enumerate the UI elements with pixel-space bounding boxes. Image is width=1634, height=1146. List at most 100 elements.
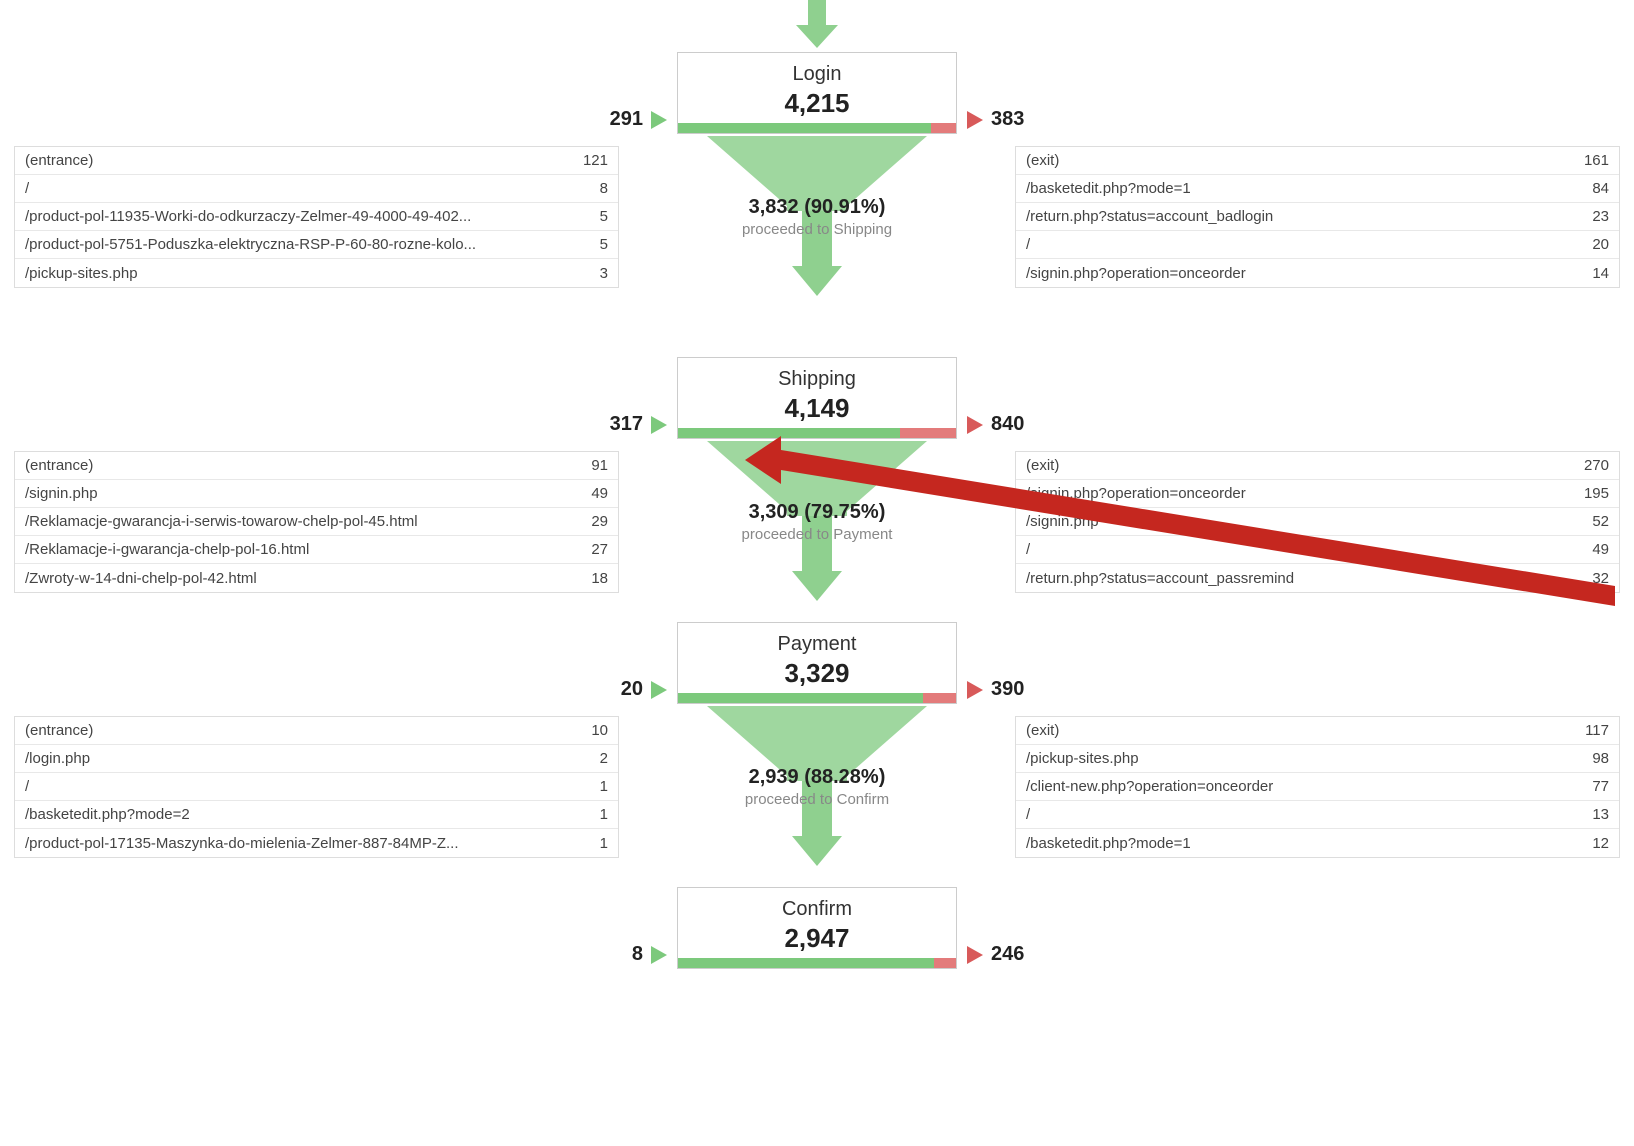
table-row[interactable]: /signin.php 49 <box>15 480 618 508</box>
outflow-value: 840 <box>991 413 1024 436</box>
table-row[interactable]: /product-pol-17135-Maszynka-do-mielenia-… <box>15 829 618 857</box>
table-row[interactable]: (exit) 117 <box>1016 717 1619 745</box>
row-value: 52 <box>1582 513 1609 530</box>
outflow-table: (exit)161/basketedit.php?mode=1 84/return… <box>1015 146 1620 288</box>
table-row[interactable]: /product-pol-11935-Worki-do-odkurzaczy-Z… <box>15 203 618 231</box>
outflow-value: 390 <box>991 678 1024 701</box>
table-row[interactable]: /signin.php?operation=onceorder 14 <box>1016 259 1619 287</box>
row-path: /signin.php <box>25 485 98 502</box>
row-value: 1 <box>590 835 608 852</box>
row-value: 18 <box>581 570 608 587</box>
proceed-count: 3,832 (90.91%) <box>687 196 947 219</box>
row-value: 117 <box>1575 722 1609 739</box>
inflow-count: 317 <box>610 413 667 436</box>
table-row[interactable]: (entrance)10 <box>15 717 618 745</box>
row-path: /pickup-sites.php <box>1026 750 1139 767</box>
row-path: (exit) <box>1026 457 1059 474</box>
table-row[interactable]: /Reklamacje-gwarancja-i-serwis-towarow-c… <box>15 508 618 536</box>
outflow-value: 383 <box>991 108 1024 131</box>
outflow-count: 390 <box>967 678 1024 701</box>
table-row[interactable]: /product-pol-5751-Poduszka-elektryczna-R… <box>15 231 618 259</box>
table-row[interactable]: /login.php2 <box>15 745 618 773</box>
table-row[interactable]: /Reklamacje-i-gwarancja-chelp-pol-16.htm… <box>15 536 618 564</box>
row-path: /Reklamacje-gwarancja-i-serwis-towarow-c… <box>25 513 418 530</box>
row-path: /signin.php <box>1026 513 1099 530</box>
arrow-right-green-icon <box>651 111 667 129</box>
inflow-count: 20 <box>621 678 667 701</box>
table-row[interactable]: /8 <box>15 175 618 203</box>
row-path: (exit) <box>1026 722 1059 739</box>
row-path: / <box>1026 806 1030 823</box>
row-path: /product-pol-11935-Worki-do-odkurzaczy-Z… <box>25 208 471 225</box>
table-row[interactable]: (entrance)121 <box>15 147 618 175</box>
row-value: 2 <box>590 750 608 767</box>
table-row[interactable]: /signin.php 52 <box>1016 508 1619 536</box>
row-value: 20 <box>1582 236 1609 253</box>
table-row[interactable]: (exit)161 <box>1016 147 1619 175</box>
table-row[interactable]: /Zwroty-w-14-dni-chelp-pol-42.html 18 <box>15 564 618 592</box>
arrow-right-green-icon <box>651 416 667 434</box>
proportion-bar <box>678 958 956 968</box>
inflow-table: (entrance)10/login.php2/1/basketedit.php… <box>14 716 619 858</box>
proceed-label: proceeded to Shipping <box>687 221 947 238</box>
row-value: 14 <box>1582 265 1609 282</box>
funnel-node: Shipping4,149 <box>677 357 957 439</box>
row-value: 91 <box>581 457 608 474</box>
table-row[interactable]: / 20 <box>1016 231 1619 259</box>
node-count: 2,947 <box>688 923 946 954</box>
row-path: /pickup-sites.php <box>25 265 138 282</box>
row-value: 49 <box>581 485 608 502</box>
row-value: 3 <box>590 265 608 282</box>
table-row[interactable]: /return.php?status=account_badlogin23 <box>1016 203 1619 231</box>
node-title: Payment <box>688 633 946 656</box>
row-value: 1 <box>590 806 608 823</box>
table-row[interactable]: /basketedit.php?mode=112 <box>1016 829 1619 857</box>
funnel-diagram: Login4,215291383(entrance)121/8/product-… <box>0 0 1634 1146</box>
row-value: 84 <box>1582 180 1609 197</box>
inflow-value: 8 <box>632 943 643 966</box>
row-value: 8 <box>590 180 608 197</box>
node-title: Shipping <box>688 368 946 391</box>
funnel-node: Payment3,329 <box>677 622 957 704</box>
inflow-value: 291 <box>610 108 643 131</box>
outflow-count: 383 <box>967 108 1024 131</box>
table-row[interactable]: /pickup-sites.php 98 <box>1016 745 1619 773</box>
proportion-bar <box>678 123 956 133</box>
table-row[interactable]: / 13 <box>1016 801 1619 829</box>
node-title: Login <box>688 63 946 86</box>
table-row[interactable]: /basketedit.php?mode=1 84 <box>1016 175 1619 203</box>
outflow-table: (exit)270/signin.php?operation=onceorder… <box>1015 451 1620 593</box>
arrow-right-green-icon <box>651 946 667 964</box>
arrow-right-red-icon <box>967 416 983 434</box>
table-row[interactable]: /return.php?status=account_passremind32 <box>1016 564 1619 592</box>
funnel-connector: 3,309 (79.75%) proceeded to Payment <box>697 441 937 611</box>
row-value: 32 <box>1582 570 1609 587</box>
table-row[interactable]: /1 <box>15 773 618 801</box>
node-count: 4,215 <box>688 88 946 119</box>
row-value: 161 <box>1574 152 1609 169</box>
outflow-count: 246 <box>967 943 1024 966</box>
table-row[interactable]: /signin.php?operation=onceorder195 <box>1016 480 1619 508</box>
row-path: / <box>1026 236 1030 253</box>
row-path: /signin.php?operation=onceorder <box>1026 265 1246 282</box>
funnel-connector: 2,939 (88.28%) proceeded to Confirm <box>697 706 937 876</box>
row-value: 13 <box>1582 806 1609 823</box>
row-value: 98 <box>1582 750 1609 767</box>
row-path: /Reklamacje-i-gwarancja-chelp-pol-16.htm… <box>25 541 309 558</box>
table-row[interactable]: /pickup-sites.php 3 <box>15 259 618 287</box>
table-row[interactable]: (exit)270 <box>1016 452 1619 480</box>
funnel-connector: 3,832 (90.91%) proceeded to Shipping <box>697 136 937 306</box>
table-row[interactable]: /49 <box>1016 536 1619 564</box>
inflow-count: 291 <box>610 108 667 131</box>
row-value: 1 <box>590 778 608 795</box>
row-value: 29 <box>581 513 608 530</box>
row-value: 10 <box>581 722 608 739</box>
arrow-right-red-icon <box>967 111 983 129</box>
row-path: /basketedit.php?mode=2 <box>25 806 190 823</box>
table-row[interactable]: (entrance)91 <box>15 452 618 480</box>
row-path: /basketedit.php?mode=1 <box>1026 180 1191 197</box>
table-row[interactable]: /client-new.php?operation=onceorder77 <box>1016 773 1619 801</box>
row-path: /Zwroty-w-14-dni-chelp-pol-42.html <box>25 570 257 587</box>
table-row[interactable]: /basketedit.php?mode=2 1 <box>15 801 618 829</box>
row-value: 23 <box>1582 208 1609 225</box>
